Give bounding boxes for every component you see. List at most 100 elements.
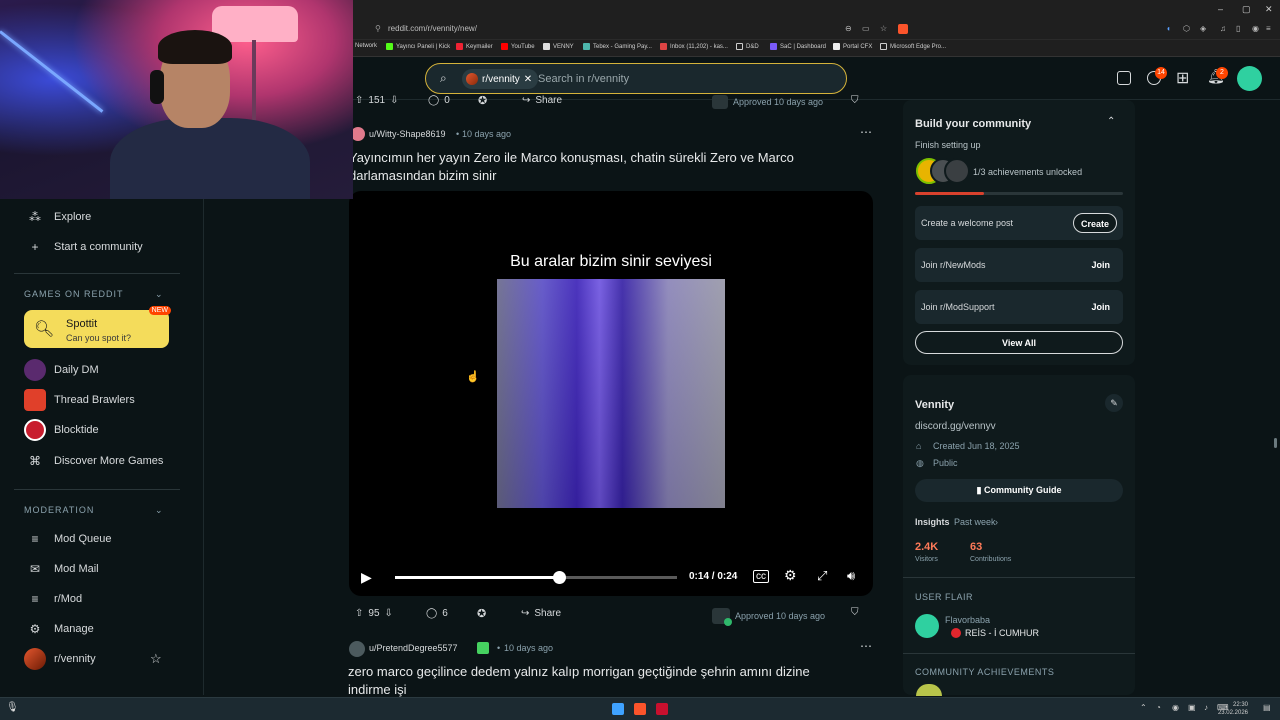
mod-actions-icon[interactable]: ⛉ xyxy=(851,95,859,106)
extension-icon[interactable]: ⬡ xyxy=(1183,24,1190,33)
post-author[interactable]: u/Witty-Shape8619 xyxy=(369,129,446,139)
mic-icon[interactable]: 🎙︎ xyxy=(6,702,19,713)
page-scrollbar[interactable] xyxy=(1273,100,1278,697)
upvote-icon[interactable]: ⇧ xyxy=(355,95,363,106)
extension-icon[interactable]: ◈ xyxy=(1200,24,1206,33)
moderation-section-header[interactable]: MODERATION xyxy=(24,505,94,515)
bookmark[interactable]: D&D xyxy=(736,43,759,50)
author-avatar[interactable] xyxy=(351,127,365,141)
minimize-icon[interactable]: – xyxy=(1218,4,1223,14)
nav-game-daily-dm[interactable]: Daily DM xyxy=(24,359,99,381)
downvote-icon[interactable]: ⇩ xyxy=(385,608,393,619)
app-taskbar-icon[interactable] xyxy=(656,703,668,715)
bookmark[interactable]: Portal CFX xyxy=(833,43,872,50)
cast-icon[interactable]: ▭ xyxy=(862,24,870,33)
user-avatar[interactable] xyxy=(1237,66,1262,91)
close-icon[interactable]: ✕ xyxy=(524,74,532,85)
nav-mod-queue[interactable]: ≡ Mod Queue xyxy=(28,532,111,546)
downvote-icon[interactable]: ⇩ xyxy=(390,95,398,106)
tray-chevron-icon[interactable]: ⌃ xyxy=(1140,703,1147,712)
chevron-right-icon[interactable]: › xyxy=(995,517,998,527)
nav-community-vennity[interactable]: r/vennity xyxy=(24,648,96,670)
notification-center-icon[interactable]: ▤ xyxy=(1263,703,1271,712)
nav-explore[interactable]: ⁂ Explore xyxy=(28,210,91,224)
close-icon[interactable]: ✕ xyxy=(1265,4,1273,15)
music-icon[interactable]: ♫ xyxy=(1220,24,1226,33)
network-icon[interactable]: ▣ xyxy=(1188,703,1196,712)
chevron-down-icon[interactable]: ⌄ xyxy=(155,289,163,300)
post-title-line2[interactable]: darlamasından bizim sinir xyxy=(349,167,496,185)
bookmark[interactable]: VENNY xyxy=(543,43,574,50)
brave-shield-icon[interactable] xyxy=(898,24,908,34)
nav-game-blocktide[interactable]: Blocktide xyxy=(24,419,99,441)
url-text[interactable]: reddit.com/r/vennity/new/ xyxy=(388,24,477,33)
volume-tray-icon[interactable]: ♪ xyxy=(1204,703,1208,712)
system-clock[interactable]: 22:30 23.02.2026 xyxy=(1218,701,1248,717)
play-icon[interactable]: ▶ xyxy=(361,569,372,586)
more-options-icon[interactable]: ⋯ xyxy=(860,639,872,653)
sidebar-icon[interactable]: ▯ xyxy=(1236,24,1240,33)
maximize-icon[interactable]: ▢ xyxy=(1242,4,1251,15)
create-post-icon[interactable]: ⊞ xyxy=(1176,68,1189,88)
search-bar[interactable]: ⌕ r/vennity ✕ Search in r/vennity xyxy=(425,63,847,94)
view-all-button[interactable]: View All xyxy=(915,331,1123,354)
nav-mod-mail[interactable]: ✉ Mod Mail xyxy=(28,562,99,576)
wifi-icon[interactable]: ◔ xyxy=(1156,703,1161,712)
bookmark-star-icon[interactable]: ☆ xyxy=(880,24,887,33)
bookmark[interactable]: SaC | Dashboard xyxy=(770,43,826,50)
tray-app-icon[interactable]: ◉ xyxy=(1172,703,1179,712)
nav-start-community[interactable]: + Start a community xyxy=(28,240,142,254)
extension-icon[interactable]: ◖ xyxy=(1166,24,1171,33)
join-button[interactable]: Join xyxy=(1084,255,1117,275)
scrollbar-thumb[interactable] xyxy=(1274,438,1277,448)
award-icon[interactable]: ✪ xyxy=(478,94,487,107)
bookmark[interactable]: Inbox (11,202) - kas... xyxy=(660,43,728,50)
create-button[interactable]: Create xyxy=(1072,213,1117,233)
volume-icon[interactable]: 🔊︎ xyxy=(847,568,855,584)
upvote-icon[interactable]: ⇧ xyxy=(355,608,363,619)
video-player[interactable]: Bu aralar bizim sinir seviyesi xyxy=(349,191,873,596)
mod-actions-icon[interactable]: ⛉ xyxy=(851,607,859,618)
post-share-button[interactable]: ↪ Share xyxy=(521,608,561,619)
award-icon[interactable]: ✪ xyxy=(477,607,486,620)
bookmark[interactable]: Microsoft Edge Pro... xyxy=(880,43,946,50)
start-icon[interactable] xyxy=(612,703,624,715)
post-author[interactable]: u/PretendDegree5577 xyxy=(369,643,458,653)
menu-icon[interactable]: ≡ xyxy=(1266,24,1271,33)
video-progress-knob[interactable] xyxy=(552,571,566,584)
nav-game-thread-brawlers[interactable]: Thread Brawlers xyxy=(24,389,135,411)
community-filter-chip[interactable]: r/vennity ✕ xyxy=(462,69,539,89)
nav-discover-games[interactable]: ⌘ Discover More Games xyxy=(28,454,163,468)
nav-r-mod[interactable]: ≡ r/Mod xyxy=(28,592,82,606)
post-title-line1[interactable]: Yayıncımın her yayın Zero ile Marco konu… xyxy=(349,149,794,167)
author-avatar[interactable] xyxy=(349,641,365,657)
settings-gear-icon[interactable]: ⚙ xyxy=(784,567,797,584)
zoom-icon[interactable]: ⊖ xyxy=(845,24,852,33)
chevron-down-icon[interactable]: ⌄ xyxy=(155,505,163,516)
search-placeholder[interactable]: Search in r/vennity xyxy=(538,73,629,85)
prev-post-share[interactable]: ↪ Share xyxy=(522,95,562,106)
bookmark[interactable]: YouTube xyxy=(501,43,535,50)
profile-icon[interactable]: ◉ xyxy=(1252,24,1259,33)
captions-icon[interactable]: cc xyxy=(753,570,769,583)
bookmark[interactable]: Network xyxy=(355,43,377,49)
site-info-icon[interactable]: ⚲ xyxy=(375,24,381,33)
video-progress-track[interactable] xyxy=(395,571,677,584)
star-icon[interactable]: ☆ xyxy=(150,651,162,667)
brave-taskbar-icon[interactable] xyxy=(634,703,646,715)
chevron-up-icon[interactable]: ⌃ xyxy=(1107,116,1115,127)
fullscreen-icon[interactable]: ⤢ xyxy=(817,568,827,584)
bookmark[interactable]: Keymailer xyxy=(456,43,493,50)
insights-period[interactable]: Past week xyxy=(954,517,996,527)
games-section-header[interactable]: GAMES ON REDDIT xyxy=(24,289,124,299)
nav-manage[interactable]: ⚙ Manage xyxy=(28,622,94,636)
bookmark[interactable]: Yayıncı Paneli | Kick xyxy=(386,43,450,50)
join-button[interactable]: Join xyxy=(1084,297,1117,317)
post-title-line1[interactable]: zero marco geçilince dedem yalnız kalıp … xyxy=(348,663,810,681)
community-guide-button[interactable]: ▮ Community Guide xyxy=(915,479,1123,502)
more-options-icon[interactable]: ⋯ xyxy=(860,125,872,139)
ad-icon[interactable] xyxy=(1117,71,1131,85)
post-comments-button[interactable]: ◯ 6 xyxy=(426,608,448,619)
community-link[interactable]: discord.gg/vennyv xyxy=(915,421,996,432)
prev-post-comments[interactable]: ◯ 0 xyxy=(428,95,450,106)
